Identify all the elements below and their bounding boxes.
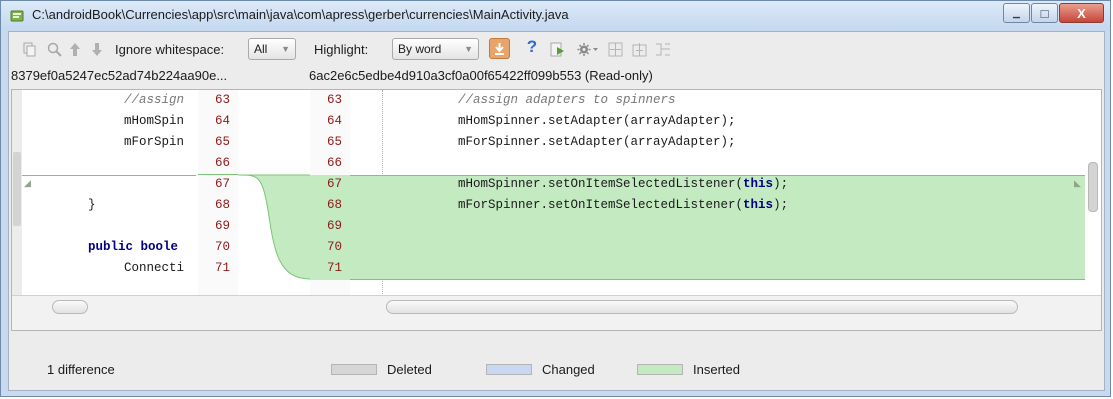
code-text: ); bbox=[773, 198, 789, 212]
diff-window: C:\androidBook\Currencies\app\src\main\j… bbox=[0, 0, 1111, 397]
right-line-number: 71 bbox=[327, 261, 343, 275]
code-keyword: this bbox=[743, 198, 774, 212]
left-horizontal-scrollbar[interactable] bbox=[52, 300, 88, 314]
close-icon: X bbox=[1077, 5, 1086, 21]
left-line-number: 67 bbox=[215, 177, 231, 191]
right-line-number: 67 bbox=[327, 177, 343, 191]
previous-diff-icon[interactable] bbox=[67, 41, 83, 57]
right-code-area: //assign adapters to spinners mHomSpinne… bbox=[350, 90, 1085, 300]
left-line-number: 71 bbox=[215, 261, 231, 275]
left-line-number: 64 bbox=[215, 114, 231, 128]
revision-header: 8379ef0a5247ec52ad74b224aa90e... 6ac2e6c… bbox=[9, 66, 1104, 88]
right-code-line: mForSpinner.setOnItemSelectedListener(th… bbox=[458, 198, 788, 212]
right-code-line: mHomSpinner.setAdapter(arrayAdapter); bbox=[458, 114, 736, 128]
maximize-icon: □ bbox=[1040, 5, 1049, 21]
right-line-number: 63 bbox=[327, 93, 343, 107]
ignore-whitespace-select[interactable]: All ▼ bbox=[248, 38, 296, 60]
chevron-down-icon: ▼ bbox=[464, 44, 473, 54]
deleted-swatch bbox=[331, 364, 377, 375]
apply-icon[interactable] bbox=[489, 38, 510, 59]
right-revision-label: 6ac2e6c5edbe4d910a3cf0a00f65422ff099b553… bbox=[309, 68, 653, 83]
copy-icon[interactable] bbox=[22, 41, 38, 57]
right-line-number: 70 bbox=[327, 240, 343, 254]
ignore-whitespace-value: All bbox=[254, 42, 268, 56]
minimize-icon: ▁ bbox=[1013, 7, 1020, 18]
code-text: mHomSpinner.setOnItemSelectedListener( bbox=[458, 177, 744, 191]
settings-icon[interactable] bbox=[577, 41, 599, 57]
right-line-gutter: 63 64 65 66 67 68 69 70 71 bbox=[310, 90, 350, 330]
left-line-gutter: 63 64 65 66 67 68 69 70 71 bbox=[198, 90, 238, 330]
left-line-number: 68 bbox=[215, 198, 231, 212]
left-line-number: 70 bbox=[215, 240, 231, 254]
diff-connector bbox=[238, 174, 310, 280]
right-code-line: //assign adapters to spinners bbox=[458, 93, 676, 107]
right-code-line: mHomSpinner.setOnItemSelectedListener(th… bbox=[458, 177, 788, 191]
code-text: ); bbox=[773, 177, 789, 191]
left-line-number: 66 bbox=[215, 156, 231, 170]
window-title: C:\androidBook\Currencies\app\src\main\j… bbox=[32, 7, 569, 22]
left-line-number: 69 bbox=[215, 219, 231, 233]
find-icon[interactable] bbox=[46, 41, 62, 57]
right-line-number: 65 bbox=[327, 135, 343, 149]
inserted-label: Inserted bbox=[693, 362, 740, 377]
status-bar: 1 difference Deleted Changed Inserted bbox=[9, 332, 1104, 390]
diff-panel: Ignore whitespace: All ▼ Highlight: By w… bbox=[8, 31, 1105, 391]
left-scroll-thumb[interactable] bbox=[13, 152, 21, 226]
next-diff-icon[interactable] bbox=[89, 41, 105, 57]
export-icon[interactable] bbox=[549, 41, 565, 57]
difference-count: 1 difference bbox=[47, 362, 115, 377]
ignore-whitespace-label: Ignore whitespace: bbox=[115, 42, 225, 57]
help-icon[interactable]: ? bbox=[524, 37, 540, 56]
left-line-number: 65 bbox=[215, 135, 231, 149]
left-code-line: //assign bbox=[124, 93, 185, 107]
inserted-swatch bbox=[637, 364, 683, 375]
minimize-button[interactable]: ▁ bbox=[1003, 3, 1030, 23]
right-horizontal-scrollbar[interactable] bbox=[386, 300, 1018, 314]
left-code-line: mForSpin bbox=[124, 135, 185, 149]
vertical-scroll-thumb[interactable] bbox=[1088, 162, 1098, 212]
left-code-line: mHomSpin bbox=[124, 114, 185, 128]
code-text: mForSpinner.setOnItemSelectedListener( bbox=[458, 198, 744, 212]
window-controls: ▁ □ X bbox=[1002, 3, 1104, 23]
sync-left-icon[interactable] bbox=[607, 41, 623, 57]
highlight-select[interactable]: By word ▼ bbox=[392, 38, 479, 60]
android-app-icon bbox=[10, 9, 24, 23]
deleted-label: Deleted bbox=[387, 362, 432, 377]
merge-icon[interactable] bbox=[655, 41, 671, 57]
left-line-number: 63 bbox=[215, 93, 231, 107]
left-code-line: Connecti bbox=[124, 261, 185, 275]
right-line-number: 66 bbox=[327, 156, 343, 170]
chevron-down-icon: ▼ bbox=[281, 44, 290, 54]
right-code-line: mForSpinner.setAdapter(arrayAdapter); bbox=[458, 135, 736, 149]
left-code-line: public boole bbox=[88, 240, 179, 254]
left-code-area: //assign mHomSpin mForSpin } public bool… bbox=[22, 90, 196, 300]
highlight-label: Highlight: bbox=[314, 42, 369, 57]
changed-label: Changed bbox=[542, 362, 595, 377]
title-bar[interactable]: C:\androidBook\Currencies\app\src\main\j… bbox=[1, 1, 1110, 31]
close-button[interactable]: X bbox=[1059, 3, 1104, 23]
right-line-number: 69 bbox=[327, 219, 343, 233]
maximize-button[interactable]: □ bbox=[1031, 3, 1058, 23]
left-revision-label: 8379ef0a5247ec52ad74b224aa90e... bbox=[11, 68, 228, 83]
diff-editor: ◢ //assign mHomSpin mForSpin } public bo… bbox=[11, 89, 1102, 331]
sync-right-icon[interactable] bbox=[631, 41, 647, 57]
left-code-line: } bbox=[88, 198, 96, 212]
highlight-value: By word bbox=[398, 42, 442, 56]
right-line-number: 64 bbox=[327, 114, 343, 128]
diff-toolbar: Ignore whitespace: All ▼ Highlight: By w… bbox=[9, 32, 1104, 66]
code-keyword: this bbox=[743, 177, 774, 191]
right-line-number: 68 bbox=[327, 198, 343, 212]
changed-swatch bbox=[486, 364, 532, 375]
left-margin bbox=[12, 90, 22, 330]
